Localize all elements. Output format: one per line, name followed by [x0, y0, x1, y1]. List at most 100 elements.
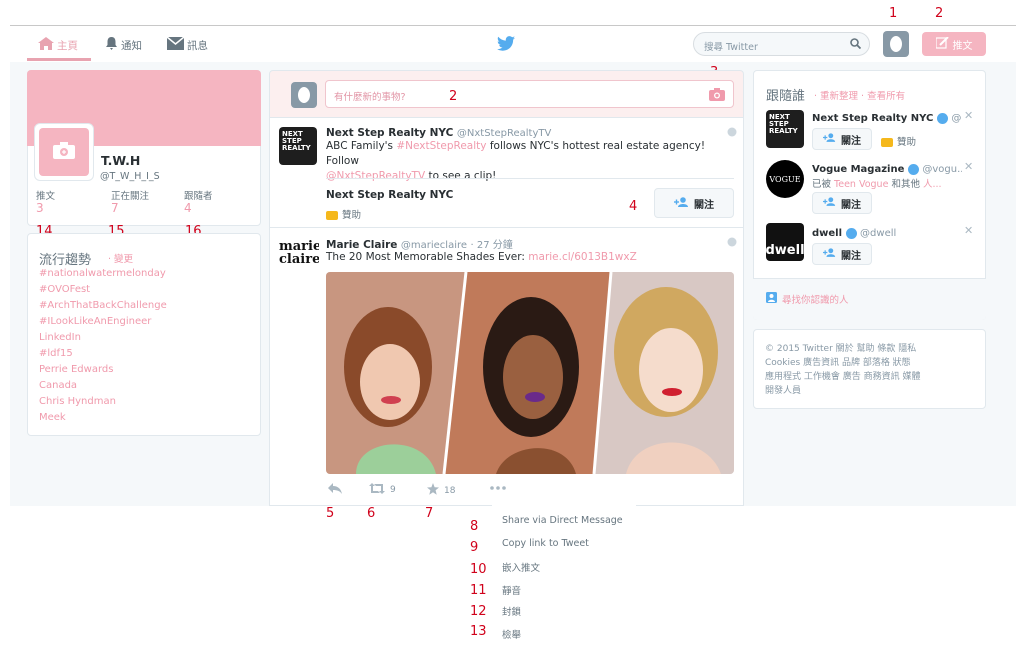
stat-following-value[interactable]: 7 [111, 201, 119, 215]
divider [326, 178, 734, 179]
follow-button[interactable]: 關注 [812, 192, 872, 214]
trend-item[interactable]: Chris Hyndman [39, 396, 116, 407]
add-user-icon [823, 133, 836, 145]
who-to-follow-links[interactable]: · 重新整理 · 查看所有 [814, 88, 905, 102]
tweet-author-handle[interactable]: @NxtStepRealtyTV [457, 128, 551, 139]
dismiss-icon[interactable]: ✕ [964, 224, 973, 237]
trend-item[interactable]: #ldf15 [39, 348, 73, 359]
tweet-text-part: The 20 Most Memorable Shades Ever: [326, 251, 529, 263]
trend-item[interactable]: #OVOFest [39, 284, 90, 295]
twitter-bird-icon[interactable] [497, 36, 515, 54]
suggestion-header: Next Step Realty NYC @... [812, 111, 962, 124]
tweet-avatar[interactable]: NEXT STEP REALTY [279, 127, 317, 165]
follow-button[interactable]: 關注 [654, 188, 734, 218]
mention-link[interactable]: @NxtStepRealtyTV [326, 170, 425, 182]
add-user-icon [674, 196, 689, 210]
context-text: 和其他 [888, 179, 923, 190]
suggestion-avatar[interactable]: NEXT STEP REALTY [766, 110, 804, 148]
more-button[interactable] [490, 483, 506, 493]
suggestion-name[interactable]: Vogue Magazine [812, 164, 904, 175]
profile-name[interactable]: T.W.H [101, 153, 140, 168]
nav-home[interactable]: 主頁 [38, 37, 78, 52]
annotation-label: 11 [470, 583, 487, 598]
globe-icon [727, 237, 737, 250]
stat-followers-value[interactable]: 4 [184, 201, 192, 215]
promoted-icon [326, 211, 338, 220]
tweet-photo[interactable] [326, 272, 734, 474]
stat-followers-label[interactable]: 跟隨者 [184, 188, 213, 202]
contacts-icon [766, 292, 777, 306]
more-dots-icon [490, 483, 506, 493]
annotation-label: 5 [326, 506, 335, 521]
hashtag-link[interactable]: #NextStepRealty [396, 140, 486, 152]
verified-badge-icon [936, 112, 948, 124]
trend-item[interactable]: #ILookLikeAnEngineer [39, 316, 151, 327]
context-link[interactable]: 人... [923, 179, 942, 190]
suggestion-name[interactable]: Next Step Realty NYC [812, 113, 933, 124]
profile-handle[interactable]: @T_W_H_I_S [100, 171, 160, 182]
context-text: 已被 [812, 179, 835, 190]
footer-line[interactable]: 開發人員 [765, 383, 801, 396]
menu-block[interactable]: 封鎖 [502, 604, 521, 618]
egg-avatar-icon [890, 36, 902, 52]
trend-item[interactable]: LinkedIn [39, 332, 81, 343]
menu-mute[interactable]: 靜音 [502, 583, 521, 597]
footer-line[interactable]: 應用程式 工作機會 廣告 商務資訊 媒體 [765, 369, 920, 382]
tweet-header: Marie Claire @marieclaire · 27 分鐘 [326, 236, 513, 251]
dismiss-icon[interactable]: ✕ [964, 160, 973, 173]
camera-icon[interactable] [709, 88, 725, 104]
promoted-text: 贊助 [342, 210, 362, 221]
suggestion-handle[interactable]: @... [951, 113, 962, 124]
context-link[interactable]: Teen Vogue [834, 179, 888, 190]
nav-messages[interactable]: 訊息 [166, 36, 208, 52]
tweet-avatar[interactable]: marie claire [279, 240, 319, 272]
star-icon [427, 483, 439, 498]
follow-button[interactable]: 關注 [812, 243, 872, 265]
compose-icon [934, 35, 949, 52]
stat-following-label[interactable]: 正在關注 [111, 188, 149, 202]
menu-share-dm[interactable]: Share via Direct Message [502, 515, 623, 526]
search-input[interactable]: 搜尋 Twitter [693, 32, 870, 56]
menu-copy-link[interactable]: Copy link to Tweet [502, 538, 589, 549]
suggestion-header: dwell @dwell [812, 226, 896, 239]
promoted-icon [881, 138, 893, 147]
trend-item[interactable]: Perrie Edwards [39, 364, 113, 375]
stat-tweets-value[interactable]: 3 [36, 201, 44, 215]
follow-button-label: 關注 [841, 250, 861, 262]
like-button[interactable]: 18 [427, 483, 455, 498]
trends-change-link[interactable]: · 變更 [108, 251, 133, 265]
menu-embed[interactable]: 嵌入推文 [502, 560, 540, 574]
promo-account-name[interactable]: Next Step Realty NYC [326, 189, 453, 201]
find-friends-link[interactable]: 尋找你認識的人 [766, 292, 849, 306]
suggestion-name[interactable]: dwell [812, 228, 842, 239]
trend-item[interactable]: #nationalwatermelonday [39, 268, 166, 279]
stat-tweets-label[interactable]: 推文 [36, 188, 55, 202]
compose-input[interactable]: 有什麼新的事物? [325, 80, 734, 108]
footer-line[interactable]: Cookies 廣告資訊 品牌 部落格 狀態 [765, 355, 911, 368]
tweet-button[interactable]: 推文 [922, 32, 986, 56]
reply-button[interactable] [328, 483, 342, 497]
follow-button[interactable]: 關注 [812, 128, 872, 150]
search-icon[interactable] [850, 38, 862, 52]
trend-item[interactable]: Canada [39, 380, 77, 391]
profile-avatar[interactable] [34, 123, 94, 181]
suggestion-avatar[interactable]: VOGUE [766, 160, 804, 198]
suggestion-handle[interactable]: @vogu... [922, 164, 962, 175]
menu-report[interactable]: 檢舉 [502, 627, 521, 641]
tweet-link[interactable]: marie.cl/6013B1wxZ [528, 251, 637, 263]
trend-item[interactable]: Meek [39, 412, 66, 423]
follow-button-label: 關注 [841, 135, 861, 147]
suggestion-avatar[interactable]: dwell [766, 223, 804, 261]
dismiss-icon[interactable]: ✕ [964, 109, 973, 122]
tweet-text-part: ABC Family's [326, 140, 397, 152]
footer-line[interactable]: © 2015 Twitter 關於 幫助 條款 隱私 [765, 341, 916, 354]
suggestion-handle[interactable]: @dwell [860, 228, 896, 239]
tweet-author-name[interactable]: Next Step Realty NYC [326, 127, 453, 139]
trend-item[interactable]: #ArchThatBackChallenge [39, 300, 167, 311]
nav-notifications[interactable]: 通知 [105, 37, 142, 52]
retweet-button[interactable]: 9 [369, 483, 396, 497]
verified-badge-icon [907, 163, 919, 175]
user-avatar-menu[interactable] [883, 31, 909, 57]
retweet-icon [369, 483, 385, 497]
who-to-follow-title: 跟隨誰 [766, 89, 806, 104]
